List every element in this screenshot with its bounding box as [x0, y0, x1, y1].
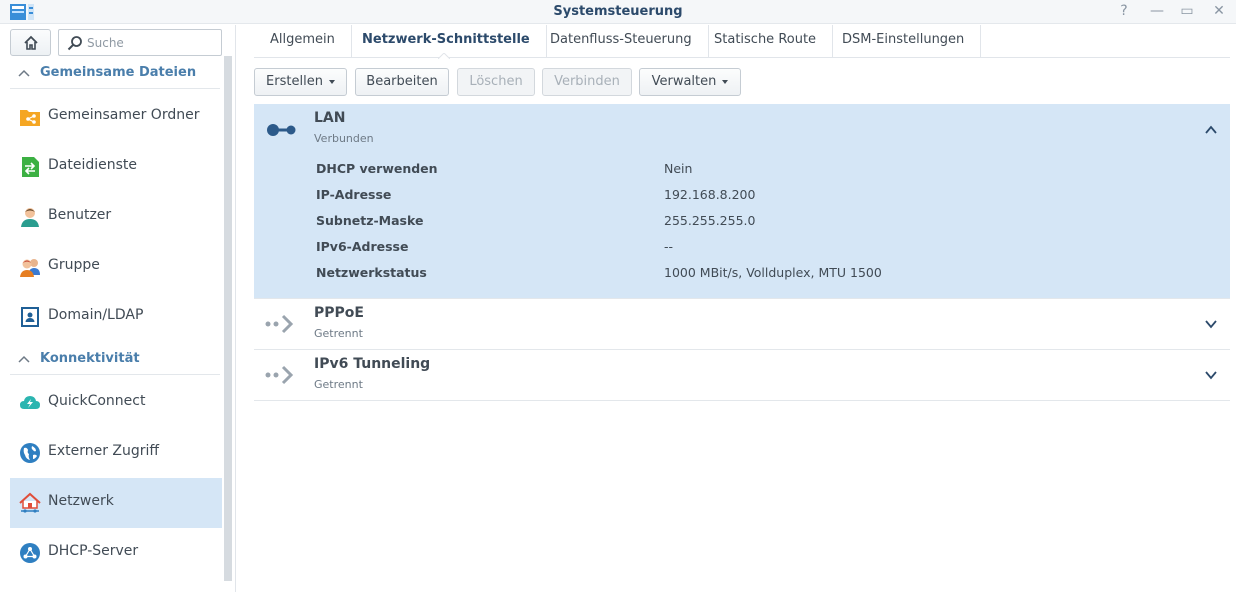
network-icon	[19, 492, 41, 513]
sidebar-item-label: QuickConnect	[48, 393, 146, 409]
chevron-up-icon[interactable]	[1204, 123, 1218, 137]
sidebar-item-label: Dateidienste	[48, 157, 138, 173]
connect-button[interactable]: Verbinden	[542, 68, 632, 96]
detail-key: DHCP verwenden	[316, 161, 438, 176]
detail-value: 1000 MBit/s, Vollduplex, MTU 1500	[664, 265, 882, 280]
delete-button[interactable]: Löschen	[457, 68, 535, 96]
sidebar-item-label: Netzwerk	[48, 493, 114, 509]
create-button-label: Erstellen	[266, 74, 323, 89]
maximize-icon[interactable]: ▭	[1179, 3, 1195, 19]
interface-panel-lan[interactable]: LAN Verbunden DHCP verwenden Nein IP-Adr…	[254, 104, 1230, 299]
sidebar: Gemeinsame Dateien Gemeinsamer Ordner Da…	[0, 25, 236, 592]
tab-general[interactable]: Allgemein	[254, 25, 352, 58]
sidebar-item-user[interactable]: Benutzer	[10, 192, 222, 242]
disconnected-icon	[265, 314, 294, 334]
dhcp-server-icon	[20, 543, 40, 563]
chevron-down-icon[interactable]	[1204, 368, 1218, 382]
interface-panel-pppoe[interactable]: PPPoE Getrennt	[254, 299, 1230, 350]
section-label: Gemeinsame Dateien	[40, 65, 197, 80]
main-content: Allgemein Netzwerk-Schnittstelle Datenfl…	[238, 25, 1236, 592]
sidebar-item-label: Benutzer	[48, 207, 112, 223]
interface-panel-ipv6-tunneling[interactable]: IPv6 Tunneling Getrennt	[254, 350, 1230, 401]
tab-static-route[interactable]: Statische Route	[698, 25, 834, 58]
edit-button[interactable]: Bearbeiten	[355, 68, 449, 96]
home-button[interactable]	[10, 29, 51, 56]
detail-key: Netzwerkstatus	[316, 265, 427, 280]
close-icon[interactable]: ✕	[1211, 3, 1227, 19]
create-button[interactable]: Erstellen	[254, 68, 347, 96]
chevron-down-icon[interactable]	[1204, 317, 1218, 331]
help-icon[interactable]: ?	[1116, 3, 1132, 19]
sidebar-item-shared-folder[interactable]: Gemeinsamer Ordner	[10, 92, 222, 142]
edit-button-label: Bearbeiten	[366, 74, 438, 89]
sidebar-item-network[interactable]: Netzwerk	[10, 478, 222, 528]
connect-button-label: Verbinden	[554, 74, 620, 89]
chevron-up-icon	[18, 69, 30, 77]
detail-key: IP-Adresse	[316, 187, 392, 202]
sidebar-item-label: Externer Zugriff	[48, 443, 160, 459]
tab-traffic-control[interactable]: Datenfluss-Steuerung	[534, 25, 709, 58]
sidebar-item-domain-ldap[interactable]: Domain/LDAP	[10, 292, 222, 342]
sidebar-item-external-access[interactable]: Externer Zugriff	[10, 428, 222, 478]
delete-button-label: Löschen	[469, 74, 523, 89]
detail-value: Nein	[664, 161, 693, 176]
sidebar-item-group[interactable]: Gruppe	[10, 242, 222, 292]
window-title: Systemsteuerung	[553, 4, 683, 19]
dropdown-caret-icon	[328, 79, 335, 84]
group-icon	[20, 259, 40, 277]
search-field[interactable]	[58, 29, 222, 56]
detail-value: --	[664, 239, 674, 254]
sidebar-item-quickconnect[interactable]: QuickConnect	[10, 378, 222, 428]
chevron-up-icon	[18, 355, 30, 363]
home-icon	[24, 35, 38, 50]
disconnected-icon	[265, 365, 294, 385]
sidebar-item-label: Gemeinsamer Ordner	[48, 107, 200, 123]
section-label: Konnektivität	[40, 351, 140, 366]
interface-status: Getrennt	[314, 327, 363, 340]
detail-value: 192.168.8.200	[664, 187, 756, 202]
search-icon	[67, 36, 82, 51]
tab-dsm-settings[interactable]: DSM-Einstellungen	[826, 25, 982, 58]
interface-name: IPv6 Tunneling	[314, 356, 431, 372]
sidebar-item-label: DHCP-Server	[48, 543, 139, 559]
minimize-icon[interactable]: —	[1149, 3, 1165, 19]
detail-value: 255.255.255.0	[664, 213, 756, 228]
section-header-connectivity[interactable]: Konnektivität	[10, 345, 220, 375]
dropdown-caret-icon	[722, 79, 729, 84]
user-icon	[21, 208, 39, 227]
search-input[interactable]	[87, 34, 217, 52]
interface-name: PPPoE	[314, 305, 364, 321]
sidebar-item-label: Domain/LDAP	[48, 307, 144, 323]
sidebar-item-file-services[interactable]: Dateidienste	[10, 142, 222, 192]
detail-key: Subnetz-Maske	[316, 213, 424, 228]
interface-status: Getrennt	[314, 378, 363, 391]
interface-name: LAN	[314, 110, 346, 126]
file-services-icon	[22, 157, 39, 177]
shared-folder-icon	[20, 110, 40, 126]
sidebar-item-label: Gruppe	[48, 257, 100, 273]
domain-ldap-icon	[21, 307, 39, 327]
detail-key: IPv6-Adresse	[316, 239, 409, 254]
tab-bar: Allgemein Netzwerk-Schnittstelle Datenfl…	[254, 25, 1230, 59]
manage-button-label: Verwalten	[651, 74, 717, 89]
sidebar-item-dhcp-server[interactable]: DHCP-Server	[10, 528, 222, 578]
external-access-icon	[20, 443, 40, 463]
interface-status: Verbunden	[314, 132, 374, 145]
quickconnect-icon	[20, 396, 40, 409]
section-header-shared-files[interactable]: Gemeinsame Dateien	[10, 59, 220, 89]
connected-icon	[267, 124, 296, 136]
active-tab-indicator	[438, 53, 450, 59]
manage-button[interactable]: Verwalten	[639, 68, 741, 96]
sidebar-scrollbar[interactable]	[224, 56, 232, 581]
title-bar: Systemsteuerung ? — ▭ ✕	[0, 0, 1236, 24]
